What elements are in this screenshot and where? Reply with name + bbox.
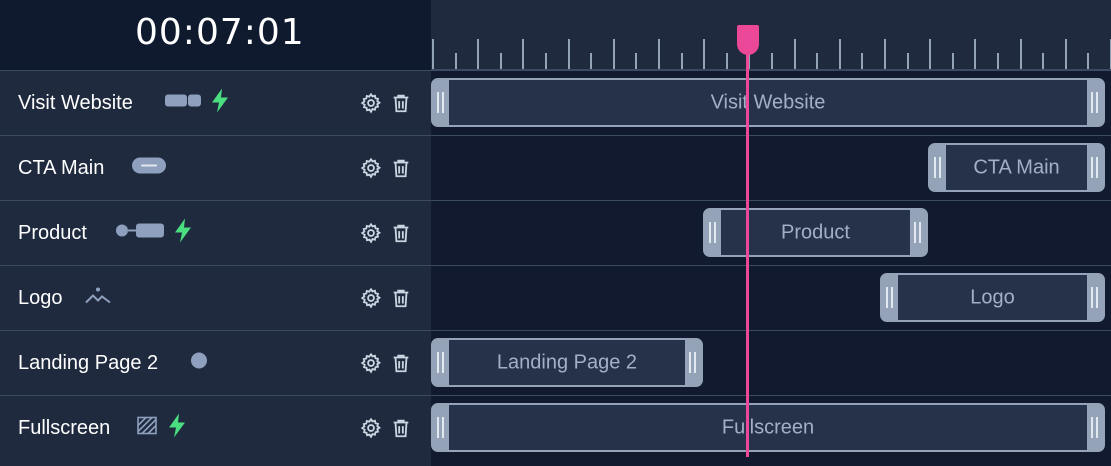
clip-trim-handle-right[interactable] [1087, 405, 1103, 450]
ruler-tick [816, 53, 819, 69]
ruler-tick [522, 39, 525, 69]
clip-trim-handle-right[interactable] [910, 210, 926, 255]
lane-visit-website: Visit Website [431, 70, 1111, 135]
track-row-logo[interactable]: Logo [0, 265, 431, 330]
ruler-tick [951, 53, 954, 69]
trash-icon[interactable] [390, 287, 412, 309]
clip-trim-handle-right[interactable] [1087, 145, 1103, 190]
pill-button-icon [131, 156, 167, 181]
track-list: Visit Website CTA Main Product Logo Land… [0, 70, 431, 466]
gear-icon[interactable] [360, 417, 382, 439]
ruler-tick [635, 53, 638, 69]
clip-label: Product [781, 221, 850, 243]
lane-logo: Logo [431, 265, 1111, 330]
clip-trim-handle-right[interactable] [1087, 275, 1103, 320]
ruler-tick [454, 53, 457, 69]
ruler-tick [680, 53, 683, 69]
ruler-tick [477, 39, 480, 69]
clip-cta-main[interactable]: CTA Main [928, 143, 1105, 192]
image-icon [85, 286, 111, 311]
trash-icon[interactable] [390, 222, 412, 244]
button-group-icon [164, 93, 202, 114]
ruler-tick [658, 39, 660, 69]
bolt-icon [167, 413, 187, 444]
ruler-tick [1087, 53, 1090, 69]
clip-product[interactable]: Product [703, 208, 928, 257]
ruler-tick [974, 39, 977, 69]
ruler-tick [590, 53, 593, 69]
ruler-tick [432, 39, 434, 69]
clip-label: CTA Main [973, 156, 1060, 178]
ruler-tick [499, 53, 502, 69]
clip-label: Fullscreen [721, 416, 815, 438]
playhead-line[interactable] [746, 40, 749, 457]
clip-visit-website[interactable]: Visit Website [431, 78, 1105, 127]
gear-icon[interactable] [360, 222, 382, 244]
ruler-tick [1042, 53, 1045, 69]
ruler-tick [929, 39, 932, 69]
ruler-tick [1064, 39, 1067, 69]
clip-label: Landing Page 2 [496, 351, 638, 373]
ruler-tick [997, 53, 999, 69]
ruler-tick [1019, 39, 1022, 69]
ruler-tick [612, 39, 615, 69]
gear-icon[interactable] [360, 157, 382, 179]
lane-fullscreen: Fullscreen [431, 395, 1111, 460]
gear-icon[interactable] [360, 92, 382, 114]
track-name: Product [18, 221, 87, 244]
track-name: Visit Website [18, 91, 133, 114]
ruler-tick [884, 39, 886, 69]
timecode-header: 00:07:01 [0, 0, 431, 70]
track-name: Fullscreen [18, 416, 111, 439]
bolt-icon [173, 218, 193, 249]
timecode-display: 00:07:01 [135, 12, 305, 53]
ruler-tick [793, 39, 796, 69]
clip-logo[interactable]: Logo [880, 273, 1105, 322]
clip-label: Visit Website [710, 91, 826, 113]
track-row-cta-main[interactable]: CTA Main [0, 135, 431, 200]
gear-icon[interactable] [360, 287, 382, 309]
clip-trim-handle-right[interactable] [1087, 80, 1103, 125]
timeline-lanes: Visit Website CTA Main Product Logo Land… [431, 70, 1111, 457]
clip-trim-handle-right[interactable] [685, 340, 701, 385]
trash-icon[interactable] [390, 92, 412, 114]
track-name: CTA Main [18, 156, 105, 179]
trash-icon[interactable] [390, 417, 412, 439]
ruler-tick [725, 53, 728, 69]
ruler-tick [703, 39, 706, 69]
product-tag-icon [114, 221, 166, 246]
track-name: Logo [18, 286, 63, 309]
track-row-visit-website[interactable]: Visit Website [0, 70, 431, 135]
trash-icon[interactable] [390, 157, 412, 179]
timeline-editor: 00:07:01 Visit Website CTA Main Product … [0, 0, 1111, 466]
clip-landing-page-2[interactable]: Landing Page 2 [431, 338, 703, 387]
hatched-square-icon [136, 416, 158, 441]
gear-icon[interactable] [360, 352, 382, 374]
ruler-tick [771, 53, 773, 69]
bolt-icon [210, 88, 230, 119]
playhead-handle[interactable] [737, 25, 759, 55]
time-ruler[interactable] [431, 0, 1111, 70]
lane-cta-main: CTA Main [431, 135, 1111, 200]
dot-icon [189, 351, 209, 376]
track-row-landing-page-2[interactable]: Landing Page 2 [0, 330, 431, 395]
ruler-tick [545, 53, 547, 69]
lane-product: Product [431, 200, 1111, 265]
ruler-tick [906, 53, 909, 69]
clip-label: Logo [970, 286, 1015, 308]
ruler-tick [567, 39, 570, 69]
track-row-product[interactable]: Product [0, 200, 431, 265]
ruler-tick [838, 39, 841, 69]
lane-landing-page-2: Landing Page 2 [431, 330, 1111, 395]
ruler-tick [861, 53, 864, 69]
track-row-fullscreen[interactable]: Fullscreen [0, 395, 431, 460]
clip-fullscreen[interactable]: Fullscreen [431, 403, 1105, 452]
trash-icon[interactable] [390, 352, 412, 374]
track-name: Landing Page 2 [18, 351, 159, 374]
